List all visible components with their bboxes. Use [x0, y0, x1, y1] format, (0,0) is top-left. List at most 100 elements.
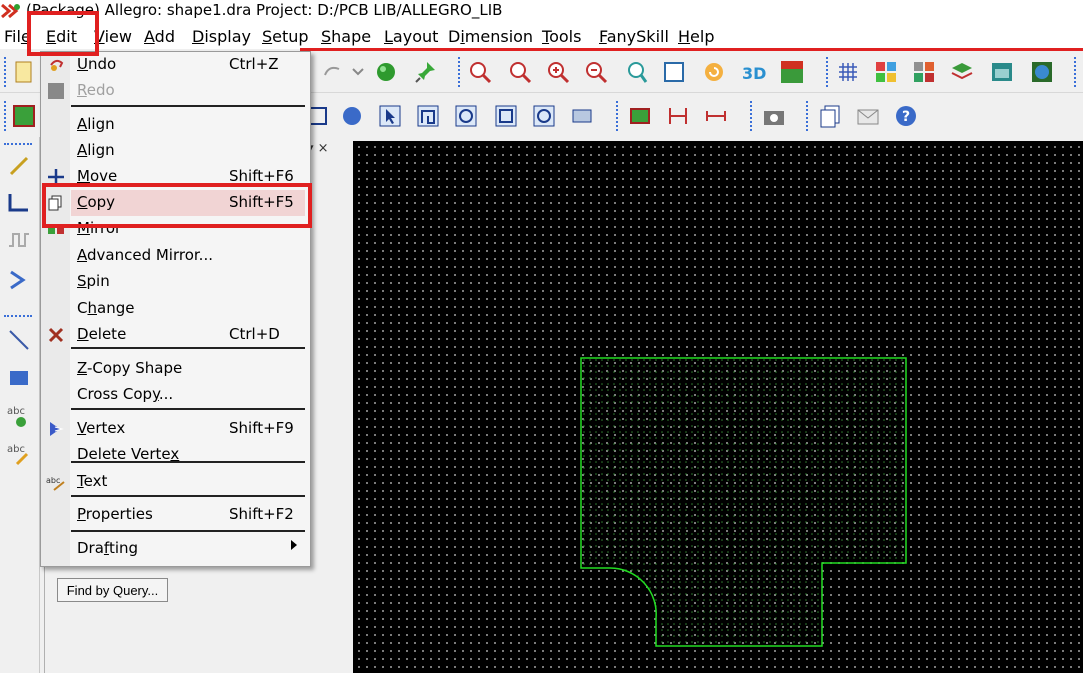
menu-item-cross-copy[interactable]: Cross Copy...: [77, 382, 309, 408]
circle-icon: [343, 107, 361, 125]
shape-polygon[interactable]: [580, 357, 907, 647]
menu-item-vertex[interactable]: Vertex Shift+F9: [77, 416, 309, 442]
add-text-button[interactable]: abc: [4, 401, 34, 431]
3d-view-button[interactable]: 3D: [740, 58, 768, 86]
shape-rect-button[interactable]: [492, 102, 520, 130]
menu-item-text[interactable]: Text: [77, 469, 309, 495]
shape-oval-icon: [533, 105, 555, 127]
constraint-manager-button[interactable]: [988, 58, 1016, 86]
menu-item-drafting[interactable]: Drafting: [77, 536, 309, 562]
dimension-linear-button[interactable]: [702, 102, 730, 130]
layers-icon: [951, 63, 973, 80]
constraint-manager-icon: [992, 63, 1012, 81]
find-by-query-button[interactable]: Find by Query...: [57, 578, 168, 602]
menu-separator: [71, 495, 305, 497]
menu-item[interactable]: Add: [144, 27, 175, 46]
board-button[interactable]: [10, 102, 38, 130]
zoom-previous-button[interactable]: [622, 58, 650, 86]
toolbar-grip: [4, 101, 6, 131]
menu-item[interactable]: Tools: [542, 27, 581, 46]
menu-item[interactable]: Layout: [384, 27, 438, 46]
menu-item[interactable]: Dimension: [448, 27, 533, 46]
delay-tune-icon: [9, 233, 29, 247]
route-button[interactable]: [4, 265, 34, 295]
redo-toolbar-button[interactable]: [318, 58, 346, 86]
shadow-button[interactable]: [910, 58, 938, 86]
design-canvas[interactable]: [353, 141, 1083, 673]
menu-item-delete-vertex[interactable]: Delete Vertex: [77, 442, 309, 468]
help-icon: ?: [896, 106, 916, 126]
menu-item[interactable]: Shape: [321, 27, 371, 46]
color-button[interactable]: [872, 58, 900, 86]
copy-icon: [48, 195, 62, 211]
menu-item[interactable]: Edit: [46, 27, 77, 46]
menu-item-label: Align: [77, 141, 115, 159]
route-icon: [10, 270, 26, 290]
add-circle-button[interactable]: [338, 102, 366, 130]
menu-item-undo[interactable]: Undo Ctrl+Z: [77, 52, 309, 78]
place-button[interactable]: [626, 102, 654, 130]
menu-item[interactable]: Setup: [262, 27, 309, 46]
add-rectangle-button[interactable]: [4, 363, 34, 393]
zoom-world-button[interactable]: [660, 58, 688, 86]
grid-icon: [839, 63, 857, 81]
dimension-linear-icon: [706, 111, 726, 121]
flip-board-button[interactable]: [778, 58, 806, 86]
menu-item-change[interactable]: Change: [77, 296, 309, 322]
shape-oval-button[interactable]: [530, 102, 558, 130]
menu-item-properties[interactable]: Properties Shift+F2: [77, 502, 309, 528]
rectangle-icon: [10, 371, 28, 385]
menu-item-mirror[interactable]: Mirror: [77, 216, 309, 242]
add-line-button[interactable]: [4, 325, 34, 355]
menu-item[interactable]: Display: [192, 27, 251, 46]
zoom-fit-button[interactable]: [466, 58, 494, 86]
add-connect-button[interactable]: [4, 151, 34, 181]
dimension-button[interactable]: [664, 102, 692, 130]
edit-text-button[interactable]: abc: [4, 439, 34, 469]
slide-icon: [8, 194, 28, 212]
menu-item-copy[interactable]: Copy Shift+F5: [77, 190, 309, 216]
shape-circle-button[interactable]: [452, 102, 480, 130]
globe-icon: [1032, 62, 1052, 82]
grid-button[interactable]: [834, 58, 862, 86]
menu-item-label: Change: [77, 299, 135, 317]
redraw-button[interactable]: [700, 58, 728, 86]
menu-item-spin[interactable]: Spin: [77, 269, 309, 295]
shape-poly-button[interactable]: [414, 102, 442, 130]
delay-tune-button[interactable]: [4, 225, 34, 255]
shape-fill-button[interactable]: [568, 102, 596, 130]
help-button[interactable]: ?: [892, 102, 920, 130]
dropdown-button[interactable]: [344, 58, 372, 86]
menu-item[interactable]: View: [94, 27, 132, 46]
delete-icon: [48, 327, 64, 343]
globe-button[interactable]: [372, 58, 400, 86]
slide-button[interactable]: [4, 187, 34, 217]
green-ball-icon: [377, 63, 395, 81]
zoom-minus-icon: [586, 62, 608, 84]
zoom-out-button[interactable]: [582, 58, 610, 86]
menu-item[interactable]: Help: [678, 27, 714, 46]
mail-button[interactable]: [854, 102, 882, 130]
menu-separator: [71, 408, 305, 410]
menu-item-z-copy-shape[interactable]: Z-Copy Shape: [77, 356, 309, 382]
select-button[interactable]: [376, 102, 404, 130]
pointer-icon: [379, 105, 401, 127]
new-file-button[interactable]: [10, 58, 38, 86]
menu-item-delete[interactable]: Delete Ctrl+D: [77, 322, 309, 348]
menu-item-align[interactable]: Align: [77, 112, 309, 138]
menu-item-advanced-mirror[interactable]: Advanced Mirror...: [77, 243, 309, 269]
menu-item[interactable]: File: [4, 27, 31, 46]
web-button[interactable]: [1028, 58, 1056, 86]
zoom-world-icon: [664, 62, 684, 82]
menu-item-align[interactable]: Align: [77, 138, 309, 164]
menu-item-label: Advanced Mirror...: [77, 246, 213, 264]
zoom-plus-button[interactable]: [544, 58, 572, 86]
zoom-icon: [510, 62, 532, 84]
pin-button[interactable]: [412, 58, 440, 86]
screenshot-button[interactable]: [760, 102, 788, 130]
layers-button[interactable]: [948, 58, 976, 86]
zoom-in-button[interactable]: [506, 58, 534, 86]
menu-item-move[interactable]: Move Shift+F6: [77, 164, 309, 190]
reports-button[interactable]: [816, 102, 844, 130]
menu-item[interactable]: FanySkill: [599, 27, 669, 46]
